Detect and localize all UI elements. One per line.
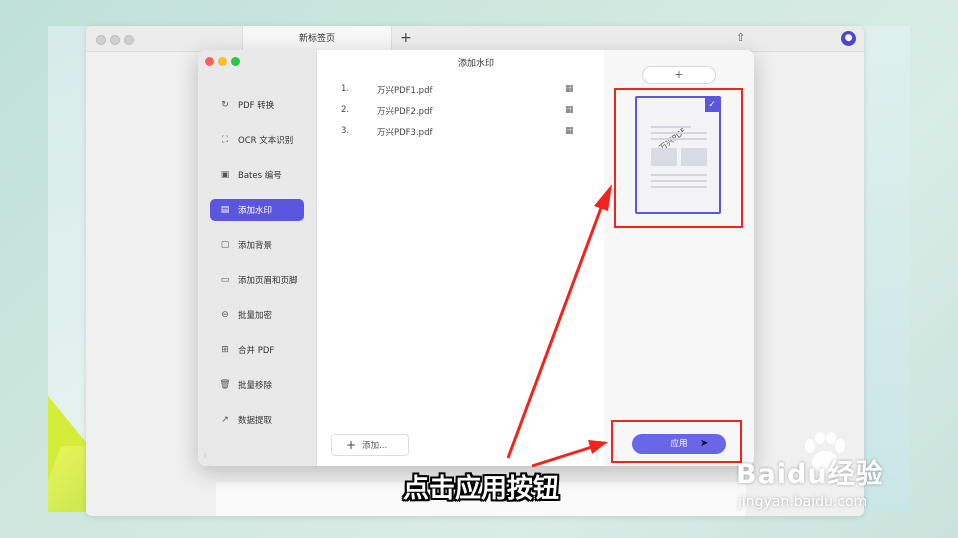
- arrow-line-up: [506, 199, 606, 459]
- arrow-line-right: [531, 445, 593, 468]
- watermark-brand: Baidu经验: [736, 459, 884, 490]
- arrow-head-up: [594, 184, 612, 211]
- watermark-url: jingyan.baidu.com: [738, 494, 868, 510]
- arrow-head-right: [588, 440, 608, 454]
- instruction-caption: 点击应用按钮: [402, 474, 559, 504]
- baidu-watermark: Baidu经验 jingyan.baidu.com: [736, 452, 916, 522]
